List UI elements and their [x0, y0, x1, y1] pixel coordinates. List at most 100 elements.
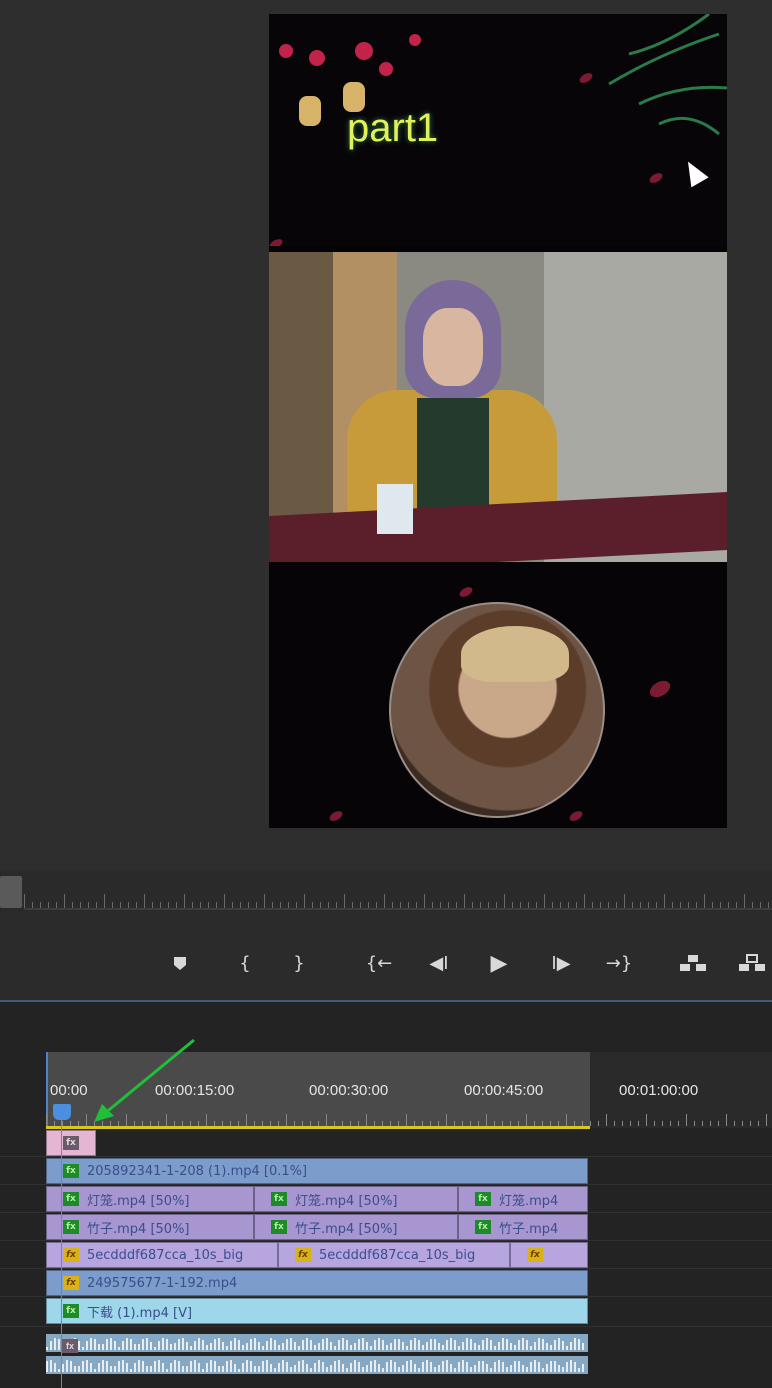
top-panel-lantern-scene: part1	[269, 14, 727, 246]
waveform-bar	[150, 1365, 152, 1372]
waveform-bar	[546, 1364, 548, 1372]
timeline-clip[interactable]: fx 灯笼.mp4 [50%]	[254, 1186, 458, 1212]
waveform-bar	[66, 1360, 68, 1372]
waveform-bar	[378, 1338, 380, 1350]
waveform-bar	[554, 1360, 556, 1372]
program-monitor: part1	[0, 0, 772, 870]
waveform-bar	[342, 1363, 344, 1372]
waveform-bar	[278, 1362, 280, 1372]
waveform-bar	[242, 1344, 244, 1350]
fx-badge-icon: fx	[63, 1220, 79, 1234]
waveform-bar	[426, 1360, 428, 1372]
play-button[interactable]: ▶	[482, 950, 516, 976]
waveform-bar	[338, 1360, 340, 1372]
scrub-tick	[344, 894, 345, 908]
waveform-bar	[386, 1345, 388, 1350]
waveform-bar	[54, 1338, 56, 1350]
waveform-bar	[562, 1340, 564, 1350]
waveform-bar	[530, 1362, 532, 1372]
waveform-bar	[390, 1342, 392, 1350]
mark-out-button[interactable]: }	[282, 950, 316, 976]
step-back-button[interactable]: ◀I	[422, 950, 456, 976]
waveform-bar	[470, 1338, 472, 1350]
waveform-bar	[110, 1365, 112, 1372]
waveform-bar	[182, 1338, 184, 1350]
timecode-label: 00:01:00:00	[619, 1082, 699, 1099]
timeline-clip[interactable]: fx 249575677-1-192.mp4	[46, 1270, 588, 1296]
timecode-label: 00:00:30:00	[309, 1082, 389, 1099]
timeline-clip[interactable]: fx	[510, 1242, 588, 1268]
ruler-tick	[614, 1121, 615, 1126]
waveform-bar	[310, 1368, 312, 1372]
waveform-bar	[262, 1346, 264, 1350]
ruler-tick	[638, 1121, 639, 1126]
petal	[269, 237, 285, 246]
bamboo-leaves-icon	[608, 14, 727, 136]
waveform-bar	[370, 1345, 372, 1350]
mark-in-button[interactable]: {	[228, 950, 262, 976]
waveform-bar	[438, 1364, 440, 1372]
program-monitor-frame[interactable]: part1	[269, 14, 727, 828]
waveform-bar	[170, 1363, 172, 1372]
step-forward-button[interactable]: I▶	[544, 950, 578, 976]
waveform-bar	[566, 1362, 568, 1372]
waveform-bar	[94, 1368, 96, 1372]
ruler-tick	[86, 1114, 87, 1126]
waveform-bar	[322, 1361, 324, 1372]
go-to-in-button[interactable]: {←	[362, 950, 396, 976]
lift-button[interactable]	[676, 950, 710, 976]
timeline-clip[interactable]: fx 205892341-1-208 (1).mp4 [0.1%]	[46, 1158, 588, 1184]
ruler-tick	[406, 1114, 407, 1126]
waveform-bar	[238, 1368, 240, 1372]
waveform-bar	[390, 1360, 392, 1372]
ruler-tick	[734, 1121, 735, 1126]
timeline-clip-title[interactable]: fx	[46, 1130, 96, 1156]
timeline-clip[interactable]: fx 5ecdddf687cca_10s_big	[278, 1242, 510, 1268]
scrub-tick	[64, 894, 65, 908]
waveform-bar	[258, 1365, 260, 1372]
ruler-tick	[606, 1114, 607, 1126]
waveform-bar	[442, 1345, 444, 1350]
waveform-bar	[138, 1360, 140, 1372]
audio-clip-waveform[interactable]	[46, 1334, 588, 1352]
add-marker-button[interactable]	[163, 950, 197, 976]
work-area-bar[interactable]	[46, 1126, 590, 1129]
timeline-clip[interactable]: fx 5ecdddf687cca_10s_big	[46, 1242, 278, 1268]
waveform-bar	[466, 1338, 468, 1350]
ruler-tick	[166, 1114, 167, 1126]
waveform-bar	[106, 1339, 108, 1350]
waveform-bar	[58, 1368, 60, 1372]
waveform-bar	[186, 1365, 188, 1372]
waveform-bar	[102, 1343, 104, 1350]
waveform-bar	[430, 1338, 432, 1350]
waveform-bar	[158, 1360, 160, 1372]
scrub-zoom-handle[interactable]	[0, 876, 22, 908]
waveform-bar	[490, 1367, 492, 1372]
waveform-bar	[362, 1338, 364, 1350]
waveform-bar	[122, 1340, 124, 1350]
waveform-bar	[174, 1360, 176, 1372]
extract-button[interactable]	[736, 950, 770, 976]
waveform-bar	[406, 1345, 408, 1350]
waveform-bar	[170, 1344, 172, 1350]
fx-badge-icon: fx	[295, 1248, 311, 1262]
person-face	[423, 308, 483, 386]
timeline-clip[interactable]: fx 下载 (1).mp4 [V]	[46, 1298, 588, 1324]
waveform-bar	[502, 1362, 504, 1372]
playhead-handle[interactable]	[53, 1104, 71, 1120]
waveform-bar	[526, 1367, 528, 1372]
audio-clip-waveform[interactable]	[46, 1356, 588, 1374]
waveform-bar	[146, 1338, 148, 1350]
clip-name: 灯笼.mp4 [50%]	[295, 1193, 398, 1209]
go-to-out-button[interactable]: →}	[602, 950, 636, 976]
timeline-clip[interactable]: fx 灯笼.mp4 [50%]	[46, 1186, 254, 1212]
timeline-clip[interactable]: fx 竹子.mp4 [50%]	[46, 1214, 254, 1240]
timeline-clip[interactable]: fx 灯笼.mp4	[458, 1186, 588, 1212]
waveform-bar	[562, 1367, 564, 1372]
timeline-clip[interactable]: fx 竹子.mp4	[458, 1214, 588, 1240]
waveform-bar	[118, 1346, 120, 1350]
timeline-clip[interactable]: fx 竹子.mp4 [50%]	[254, 1214, 458, 1240]
scrub-tick	[424, 894, 425, 908]
ruler-tick	[710, 1121, 711, 1126]
scrub-tick	[24, 894, 25, 908]
